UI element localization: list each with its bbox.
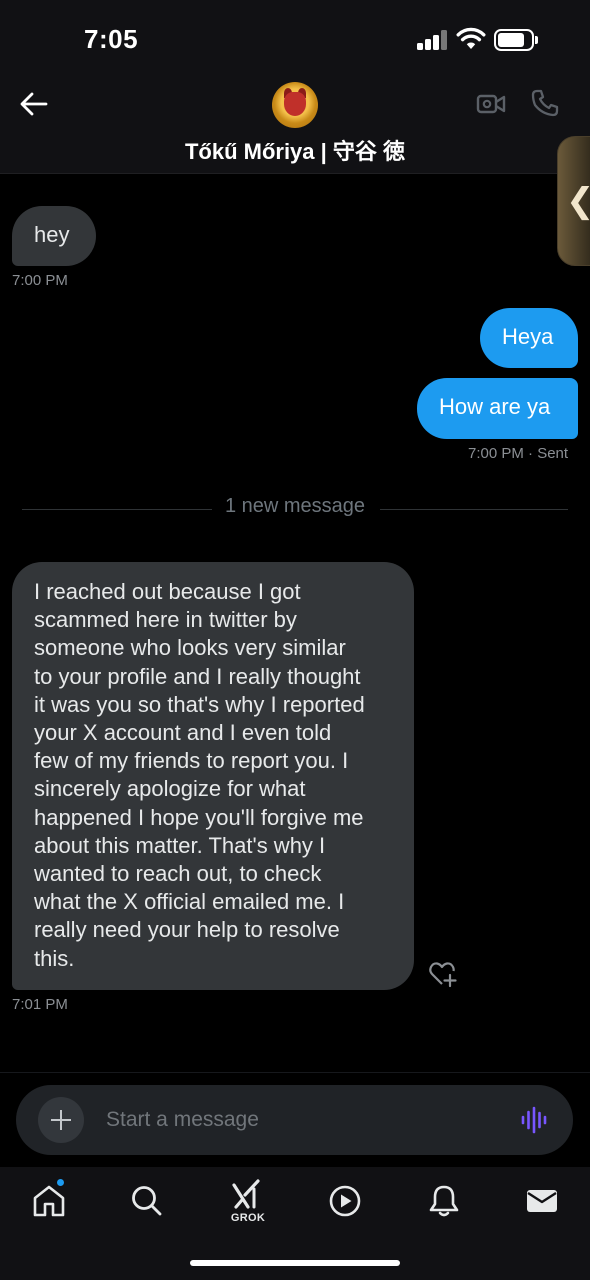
tab-notifications[interactable] [422, 1179, 466, 1223]
back-arrow-icon[interactable] [18, 90, 50, 118]
voice-wave-icon[interactable] [520, 1106, 548, 1134]
heart-plus-icon[interactable] [428, 960, 458, 988]
side-panel-handle[interactable]: ❮ [557, 136, 590, 266]
avatar[interactable] [272, 82, 318, 128]
tab-grok[interactable] [224, 1173, 268, 1217]
message-text: Heya [502, 324, 554, 349]
home-icon [33, 1185, 65, 1217]
status-time: 7:05 [84, 24, 139, 54]
conversation-header: Tőkű Mőriya | 守谷 徳 [0, 78, 590, 174]
message-line: to your profile and I really thought [34, 663, 361, 689]
message-line: really need your help to resolve [34, 917, 340, 943]
search-icon [132, 1186, 162, 1216]
message-line: what the X official emailed me. I [34, 889, 345, 915]
message-bubble-incoming[interactable]: I reached out because I got scammed here… [12, 562, 414, 990]
battery-icon [494, 29, 538, 51]
message-composer [16, 1085, 573, 1155]
message-timestamp: 7:00 PM · Sent [468, 445, 568, 462]
delivery-status: · Sent [528, 445, 569, 462]
message-line: someone who looks very similar [34, 635, 346, 661]
message-line: I reached out because I got [34, 579, 301, 604]
tab-messages[interactable] [520, 1179, 564, 1223]
conversation-title[interactable]: Tőkű Mőriya | 守谷 徳 [0, 134, 590, 166]
new-message-divider: 1 new message [0, 495, 590, 518]
message-line: scammed here in twitter by [34, 607, 297, 633]
phone-icon[interactable] [530, 88, 560, 118]
message-line: your X account and I even told [34, 720, 332, 746]
message-line: few of my friends to report you. I [34, 748, 349, 774]
message-text: hey [34, 222, 70, 247]
message-bubble-outgoing[interactable]: How are ya [417, 378, 578, 439]
message-line: about this matter. That's why I [34, 832, 326, 858]
tab-video[interactable] [323, 1179, 367, 1223]
mail-icon [527, 1190, 557, 1212]
message-line: happened I hope you'll forgive me [34, 804, 364, 830]
bell-icon [429, 1185, 459, 1217]
home-indicator [190, 1260, 400, 1266]
grok-label: GROK [230, 1212, 266, 1224]
cellular-signal-icon [417, 30, 449, 50]
message-bubble-outgoing[interactable]: Heya [480, 308, 578, 368]
message-input[interactable] [106, 1103, 486, 1137]
grok-icon [232, 1179, 260, 1209]
tab-home[interactable] [27, 1179, 71, 1223]
message-timestamp: 7:01 PM [12, 996, 68, 1013]
tab-search[interactable] [125, 1179, 169, 1223]
home-notification-dot [56, 1178, 65, 1187]
wifi-icon [456, 27, 486, 49]
composer-area [0, 1072, 590, 1167]
message-timestamp: 7:00 PM [12, 272, 68, 289]
video-icon[interactable] [476, 92, 506, 116]
message-bubble-incoming[interactable]: hey [12, 206, 96, 266]
message-line: it was you so that's why I reported [34, 691, 365, 717]
message-line: this. [34, 945, 75, 971]
message-line: wanted to reach out, to check [34, 861, 322, 887]
message-text: How are ya [439, 394, 551, 419]
add-attachment-button[interactable] [38, 1097, 84, 1143]
message-line: sincerely apologize for what [34, 776, 306, 802]
play-icon [329, 1185, 361, 1217]
status-bar: 7:05 [0, 0, 590, 78]
timestamp-time: 7:00 PM [468, 445, 524, 462]
